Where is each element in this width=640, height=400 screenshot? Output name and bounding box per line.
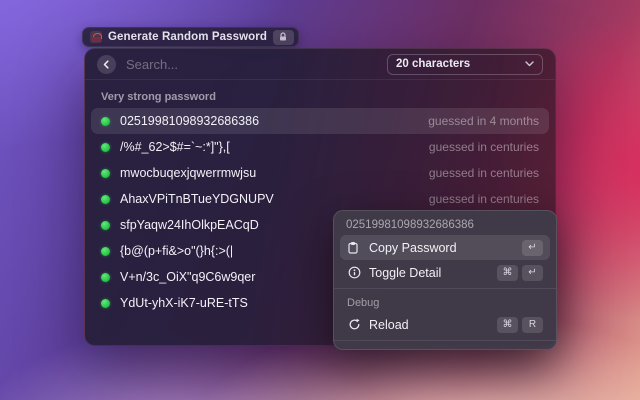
strength-label: guessed in centuries	[428, 140, 539, 154]
chevron-left-icon	[103, 59, 109, 69]
list-item[interactable]: AhaxVPiTnBTueYDGNUPV guessed in centurie…	[91, 186, 549, 212]
menu-section-debug: Debug	[347, 297, 380, 309]
actions-menu-title: 02519981098932686386	[346, 219, 474, 231]
strength-label: guessed in centuries	[428, 192, 539, 206]
password-extension-icon	[90, 31, 102, 43]
password-text: mwocbuqexjqwerrmwjsu	[120, 166, 257, 180]
menu-item-reload[interactable]: Reload ⌘ R	[340, 312, 550, 337]
clipboard-icon	[347, 241, 361, 254]
list-item[interactable]: /%#_62>$#=`~:*]"},[ guessed in centuries	[91, 134, 549, 160]
return-key-badge: ↵	[522, 264, 543, 281]
menu-item-label: Toggle Detail	[369, 265, 442, 280]
list-item[interactable]: mwocbuqexjqwerrmwjsu guessed in centurie…	[91, 160, 549, 186]
section-header: Very strong password	[101, 91, 216, 103]
return-key-badge: ↵	[522, 239, 543, 256]
command-tag-label: Generate Random Password	[108, 31, 267, 43]
menu-item-label: Copy Password	[369, 240, 457, 255]
strength-dot-icon	[101, 116, 110, 126]
desktop-background: Generate Random Password 20 characters V…	[0, 0, 640, 400]
character-count-dropdown[interactable]: 20 characters	[387, 53, 543, 75]
menu-divider	[334, 288, 556, 289]
back-button[interactable]	[97, 54, 116, 74]
strength-dot-icon	[101, 142, 110, 152]
action-search-input[interactable]	[334, 340, 556, 349]
menu-item-label: Reload	[369, 317, 409, 332]
chevron-down-icon	[525, 61, 534, 67]
password-text: 02519981098932686386	[120, 114, 260, 128]
lock-icon	[272, 29, 294, 45]
strength-dot-icon	[101, 298, 110, 308]
dropdown-value: 20 characters	[396, 58, 471, 70]
r-key-badge: R	[522, 316, 543, 333]
reload-icon	[347, 318, 361, 331]
menu-item-copy-password[interactable]: Copy Password ↵	[340, 235, 550, 260]
strength-dot-icon	[101, 168, 110, 178]
command-key-badge: ⌘	[497, 316, 518, 333]
search-input[interactable]	[126, 56, 377, 72]
strength-dot-icon	[101, 272, 110, 282]
strength-label: guessed in centuries	[428, 166, 539, 180]
command-tag[interactable]: Generate Random Password	[82, 27, 299, 47]
strength-dot-icon	[101, 246, 110, 256]
command-key-badge: ⌘	[497, 264, 518, 281]
password-text: AhaxVPiTnBTueYDGNUPV	[120, 192, 274, 206]
toggle-detail-icon	[347, 266, 361, 279]
strength-dot-icon	[101, 194, 110, 204]
window-header: 20 characters	[85, 49, 555, 80]
actions-menu: 02519981098932686386 Copy Password ↵ Tog…	[333, 210, 557, 350]
strength-label: guessed in 4 months	[428, 114, 539, 128]
strength-dot-icon	[101, 220, 110, 230]
menu-item-toggle-detail[interactable]: Toggle Detail ⌘ ↵	[340, 260, 550, 285]
list-item[interactable]: 02519981098932686386 guessed in 4 months	[91, 108, 549, 134]
password-text: /%#_62>$#=`~:*]"},[	[120, 140, 230, 154]
